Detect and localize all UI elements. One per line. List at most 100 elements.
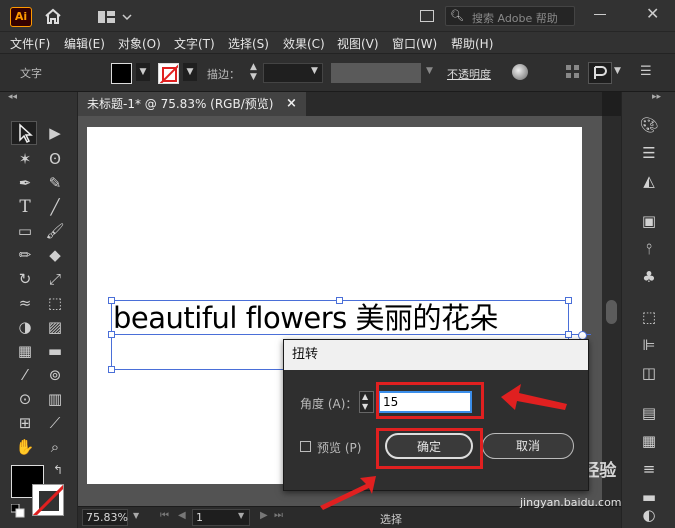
chevron-down-icon[interactable]: ▼ [136,63,150,81]
free-transform-tool-icon[interactable]: ⬚ [44,292,66,314]
eyedropper-tool-icon[interactable]: ⁄ [14,364,36,386]
next-artboard-icon[interactable]: ▶ [260,510,268,521]
search-icon: 🔍︎ [450,9,464,22]
rotate-tool-icon[interactable]: ↻ [14,268,36,290]
shape-builder-tool-icon[interactable]: ◑ [14,316,36,338]
scale-tool-icon[interactable]: ⤢ [44,268,66,290]
menu-file[interactable]: 文件(F) [10,35,50,52]
cancel-button[interactable]: 取消 [482,433,574,459]
direct-selection-tool-icon[interactable]: ▶ [44,122,66,144]
collapse-panels-icon[interactable]: ▸▸ [652,92,661,102]
dialog-title[interactable]: 扭转 [284,340,588,370]
paintbrush-tool-icon[interactable]: 🖌︎ [44,220,66,242]
menu-view[interactable]: 视图(V) [337,35,379,52]
align-icon[interactable] [566,65,580,79]
workspace-switcher-icon[interactable] [98,10,134,24]
preview-checkbox[interactable] [300,441,311,452]
chevron-down-icon[interactable]: ▼ [133,511,139,520]
magic-wand-tool-icon[interactable]: ✶ [14,148,36,170]
title-bar: Ai 🔍︎ 搜索 Adobe 帮助 ✕ [0,0,675,32]
home-icon[interactable] [44,8,62,24]
menu-object[interactable]: 对象(O) [118,35,161,52]
symbols-panel-icon[interactable]: ♣ [637,266,661,288]
selection-tool-icon[interactable] [11,121,37,145]
minimize-button[interactable] [594,14,606,15]
menu-window[interactable]: 窗口(W) [392,35,437,52]
variable-width-profile[interactable] [331,63,421,83]
mode-label: 文字 [20,67,42,80]
transform-panel-icon[interactable]: ⬚ [637,306,661,328]
menu-help[interactable]: 帮助(H) [451,35,493,52]
chevron-down-icon[interactable]: ▼ [311,66,318,76]
previous-artboard-icon[interactable]: ◀ [178,510,186,521]
lasso-tool-icon[interactable]: ʘ [44,148,66,170]
shaper-tool-icon[interactable]: ✏ [14,244,36,266]
align-panel-icon[interactable]: ⊫ [637,334,661,356]
search-box[interactable]: 🔍︎ 搜索 Adobe 帮助 [445,6,575,26]
menu-type[interactable]: 文字(T) [174,35,215,52]
chevron-down-icon[interactable]: ▼ [238,511,244,520]
color-panel-icon[interactable]: 🎨︎ [637,114,661,136]
collapse-icon[interactable]: ◂◂ [8,92,17,102]
control-bar: 文字 ▼ ▼ 描边： ▲ ▼ ▼ ▼ 不透明度 ▼ ☰ [0,54,675,92]
selection-handle[interactable] [108,366,115,373]
scrollbar-thumb[interactable] [606,300,617,324]
menu-effect[interactable]: 效果(C) [283,35,325,52]
chevron-down-icon[interactable]: ▼ [614,66,621,76]
first-artboard-icon[interactable]: ⏮ [160,510,169,521]
opacity-link[interactable]: 不透明度 [447,66,491,82]
layers-panel-icon[interactable]: ▣ [637,210,661,232]
stroke-stepper-icon[interactable]: ▲ ▼ [250,62,257,82]
color-guide-panel-icon[interactable]: ◭ [637,170,661,192]
angle-up-icon[interactable]: ▲ [362,392,368,401]
close-window-button[interactable]: ✕ [646,4,659,23]
app-logo: Ai [10,7,32,27]
swap-colors-icon[interactable]: ↰ [53,463,63,477]
column-graph-tool-icon[interactable]: ▥ [44,388,66,410]
stroke-label: 描边： [207,68,240,81]
zoom-tool-icon[interactable]: ⌕ [44,436,66,458]
appearance-panel-icon[interactable]: ▤ [637,402,661,424]
properties-panel-icon[interactable]: ☰ [637,142,661,164]
fill-swatch[interactable] [111,63,132,84]
curvature-tool-icon[interactable]: ✎ [44,172,66,194]
zoom-field[interactable]: 75.83% [82,509,128,526]
hand-tool-icon[interactable]: ✋ [14,436,36,458]
chevron-down-icon[interactable]: ▼ [426,66,433,76]
artwork-text[interactable]: beautiful flowers 美丽的花朵 [113,298,583,338]
last-artboard-icon[interactable]: ⏭ [274,510,283,521]
pen-tool-icon[interactable]: ✒ [14,172,36,194]
mesh-tool-icon[interactable]: ▦ [14,340,36,362]
angle-label: 角度 (A)： [300,397,358,411]
vertical-scrollbar[interactable] [602,116,621,506]
perspective-grid-tool-icon[interactable]: ▨ [44,316,66,338]
menu-edit[interactable]: 编辑(E) [64,35,105,52]
recolor-icon[interactable] [512,64,528,80]
graphic-styles-panel-icon[interactable]: ▦ [637,430,661,452]
eraser-tool-icon[interactable]: ◆ [44,244,66,266]
stroke-swatch[interactable] [158,63,179,84]
chevron-down-icon[interactable]: ▼ [183,63,197,81]
close-tab-icon[interactable]: × [286,92,297,116]
search-placeholder: 搜索 Adobe 帮助 [472,12,558,25]
symbol-sprayer-tool-icon[interactable]: ⊙ [14,388,36,410]
slice-tool-icon[interactable]: ⟋ [44,412,66,434]
brushes-panel-icon[interactable]: ⫯ [637,238,661,260]
line-tool-icon[interactable]: ╱ [44,196,66,218]
menu-select[interactable]: 选择(S) [228,35,269,52]
artboard-tool-icon[interactable]: ⊞ [14,412,36,434]
default-colors-icon[interactable] [10,503,25,518]
pathfinder-panel-icon[interactable]: ◫ [637,362,661,384]
panel-toggle-icon[interactable] [420,10,434,22]
rectangle-tool-icon[interactable]: ▭ [14,220,36,242]
blend-tool-icon[interactable]: ⊚ [44,364,66,386]
panel-menu-icon[interactable]: ☰ [640,64,652,79]
paragraph-align-button[interactable] [588,62,612,84]
angle-stepper[interactable]: ▲ ▼ [359,391,374,413]
document-tab[interactable]: 未标题-1* @ 75.83% (RGB/预览) × [78,92,306,116]
warp-tool-icon[interactable]: ≈ [14,292,36,314]
angle-down-icon[interactable]: ▼ [362,402,368,411]
type-tool-icon[interactable]: T [14,196,36,218]
stroke-color-swatch[interactable] [32,484,64,516]
gradient-tool-icon[interactable]: ▬ [44,340,66,362]
